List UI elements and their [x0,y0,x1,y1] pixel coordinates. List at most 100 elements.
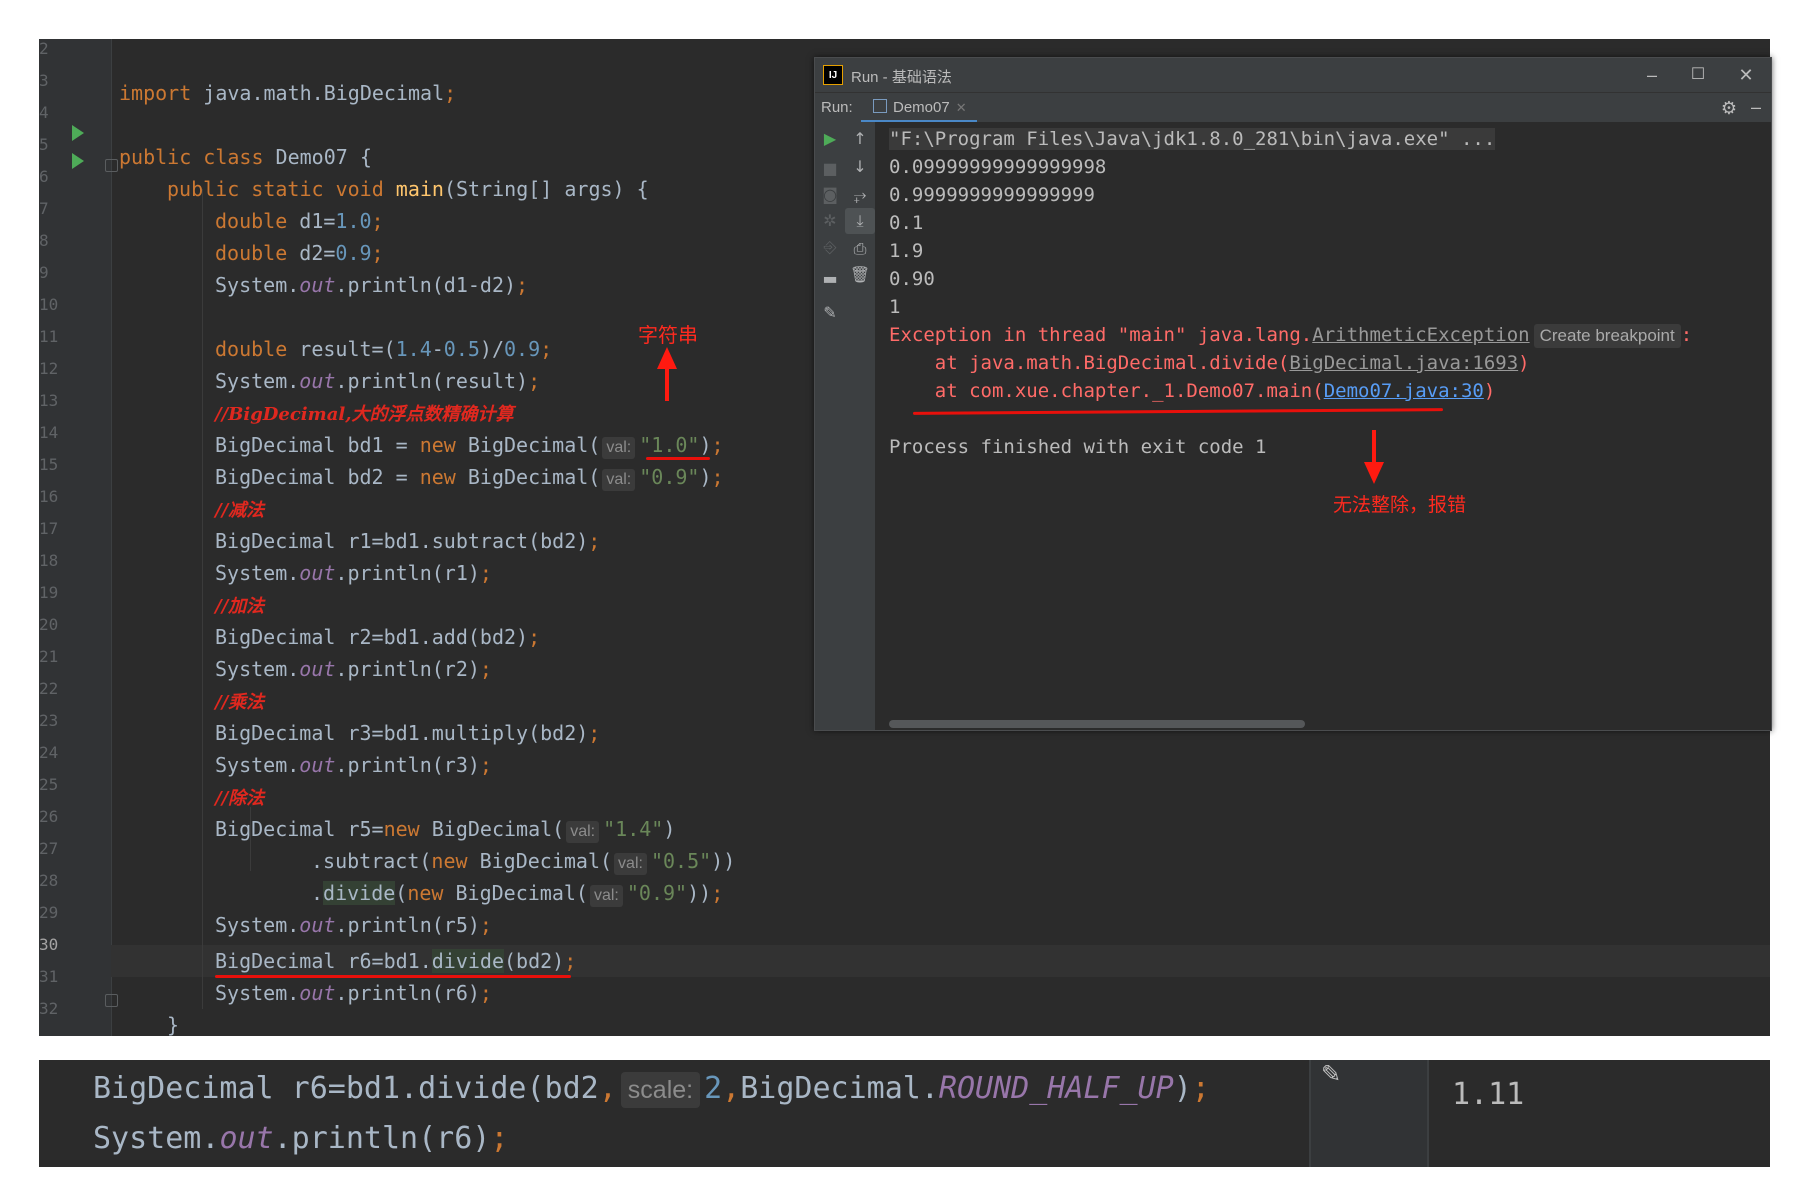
gear-icon[interactable]: ⚙ [1721,98,1737,119]
run-main-icon[interactable] [72,153,84,169]
code-line-5[interactable]: public class Demo07 { [119,141,372,173]
fold-close-icon[interactable] [105,994,118,1007]
soft-wrap-icon[interactable]: ⥅ [845,182,875,208]
snippet-line-1: BigDecimal r6=bd1.divide(bd2, scale: 2,Big… [93,1064,1210,1114]
code-text: )) [711,849,736,873]
java-command: "F:\Program Files\Java\jdk1.8.0_281\bin\… [889,128,1496,150]
keyword: double [215,337,288,361]
code-text: BigDecimal r6=bd1. [215,949,432,973]
code-line-11[interactable]: double result=(1.4-0.5)/0.9; [215,333,552,365]
run-window[interactable]: IJ Run - 基础语法 – ☐ ✕ Run: Demo07 ✕ ⚙ – ▶ ■… [814,57,1772,731]
output-line: 1.9 [889,240,924,262]
debug-icon[interactable]: ✲ [815,208,845,234]
up-arrow-icon[interactable]: ↑ [845,126,875,152]
layout-icon[interactable]: ▬ [815,266,845,292]
comment: //乘法 [215,692,265,713]
line-number: 22 [39,679,59,698]
code-line-23[interactable]: BigDecimal r3=bd1.multiply(bd2); [215,717,600,749]
minimize-window-button[interactable]: – [1637,63,1667,87]
down-arrow-icon[interactable]: ↓ [845,154,875,180]
code-line-29[interactable]: System.out.println(r5); [215,909,492,941]
trash-icon[interactable]: 🗑 [845,262,875,288]
code-line-24[interactable]: System.out.println(r3); [215,749,492,781]
create-breakpoint-link[interactable]: Create breakpoint [1533,324,1681,348]
keyword: new [383,817,420,841]
tab-close-icon[interactable]: ✕ [956,100,967,115]
maximize-window-button[interactable]: ☐ [1683,63,1713,87]
code-line-16[interactable]: //减法 [215,493,264,525]
static-field: out [219,1121,274,1156]
run-window-titlebar[interactable]: IJ Run - 基础语法 – ☐ ✕ [815,58,1771,92]
tab-label: Demo07 [893,99,950,116]
red-arrow-up [657,347,677,369]
parameter-hint: val: [566,821,600,843]
rerun-icon[interactable]: ▶ [815,126,845,152]
keyword: double [215,241,288,265]
code-line-12[interactable]: System.out.println(result); [215,365,540,397]
scroll-to-end-icon[interactable]: ⤓ [845,208,875,234]
fold-open-icon[interactable] [105,159,118,172]
code-text: .println(r5) [335,913,480,937]
line-number: 16 [39,487,59,506]
code-line-13[interactable]: //BigDecimal,大的浮点数精确计算 [215,397,513,429]
code-text: System. [215,561,300,585]
semicolon: ; [490,1121,509,1156]
run-label: Run: [821,99,853,116]
exception-class-link[interactable]: ArithmeticException [1312,324,1529,346]
code-text: ) [699,433,712,457]
code-line-18[interactable]: System.out.println(r1); [215,557,492,589]
line-number: 23 [39,711,59,730]
trace-link-demo07[interactable]: Demo07.java:30 [1324,380,1484,402]
keyword: import [119,81,192,105]
camera-icon[interactable]: ◙ [815,182,845,208]
tab-demo07[interactable]: Demo07 ✕ [861,93,977,123]
code-line-19[interactable]: //加法 [215,589,264,621]
console-command-line: "F:\Program Files\Java\jdk1.8.0_281\bin\… [889,125,1496,153]
keyword: double [215,209,288,233]
code-line-27[interactable]: .subtract(new BigDecimal(val: "0.5")) [311,845,735,877]
exception-line: Exception in thread "main" java.lang.Ari… [889,321,1692,349]
trace-link-bigdecimal[interactable]: BigDecimal.java:1693 [1289,352,1518,374]
code-line-31[interactable]: System.out.println(r6); [215,977,492,1009]
hide-panel-icon[interactable]: – [1751,97,1761,118]
print-icon[interactable]: ⎙ [845,236,875,262]
code-line-8[interactable]: double d2=0.9; [215,237,384,269]
pin-icon[interactable]: ✎ [815,300,845,326]
run-class-icon[interactable] [72,125,84,141]
code-line-3[interactable]: import java.math.BigDecimal; [119,77,456,109]
semicolon: ; [479,981,492,1005]
code-text: BigDecimal r1=bd1.subtract(bd2) [215,529,589,553]
code-line-9[interactable]: System.out.println(d1-d2); [215,269,528,301]
code-line-15[interactable]: BigDecimal bd2 = new BigDecimal(val: "0.9… [215,461,724,493]
horizontal-scrollbar[interactable] [889,720,1305,728]
method-name: main [395,177,444,201]
exit-icon[interactable]: ⎆ [815,234,845,260]
code-line-22[interactable]: //乘法 [215,685,264,717]
string-literal: "1.0" [639,433,700,457]
line-number: 13 [39,391,59,410]
code-line-17[interactable]: BigDecimal r1=bd1.subtract(bd2); [215,525,600,557]
code-line-30[interactable]: BigDecimal r6=bd1.divide(bd2); [215,945,576,977]
code-line-25[interactable]: //除法 [215,781,264,813]
code-line-6[interactable]: public static void main(String[] args) { [167,173,649,205]
code-text: ) [1173,1071,1192,1106]
red-underline-divide [215,975,571,978]
code-line-28[interactable]: .divide(new BigDecimal(val: "0.9")); [311,877,723,909]
code-line-21[interactable]: System.out.println(r2); [215,653,492,685]
code-line-32[interactable]: } [167,1009,179,1036]
error-annotation: 无法整除，报错 [1333,495,1467,516]
console-output[interactable]: "F:\Program Files\Java\jdk1.8.0_281\bin\… [875,122,1771,730]
exception-suffix: : [1680,324,1693,346]
code-line-7[interactable]: double d1=1.0; [215,205,384,237]
semicolon: ; [479,657,492,681]
close-window-button[interactable]: ✕ [1731,63,1761,87]
code-text: .println(result) [335,369,529,393]
stop-icon[interactable]: ■ [815,156,845,182]
trace-text: at com.xue.chapter._1.Demo07.main( [889,380,1324,402]
line-number: 27 [39,839,59,858]
code-line-26[interactable]: BigDecimal r5=new BigDecimal(val: "1.4") [215,813,675,845]
code-line-20[interactable]: BigDecimal r2=bd1.add(bd2); [215,621,540,653]
semicolon: ; [479,561,492,585]
semicolon: ; [564,949,577,973]
string-literal: "0.9" [626,881,688,905]
